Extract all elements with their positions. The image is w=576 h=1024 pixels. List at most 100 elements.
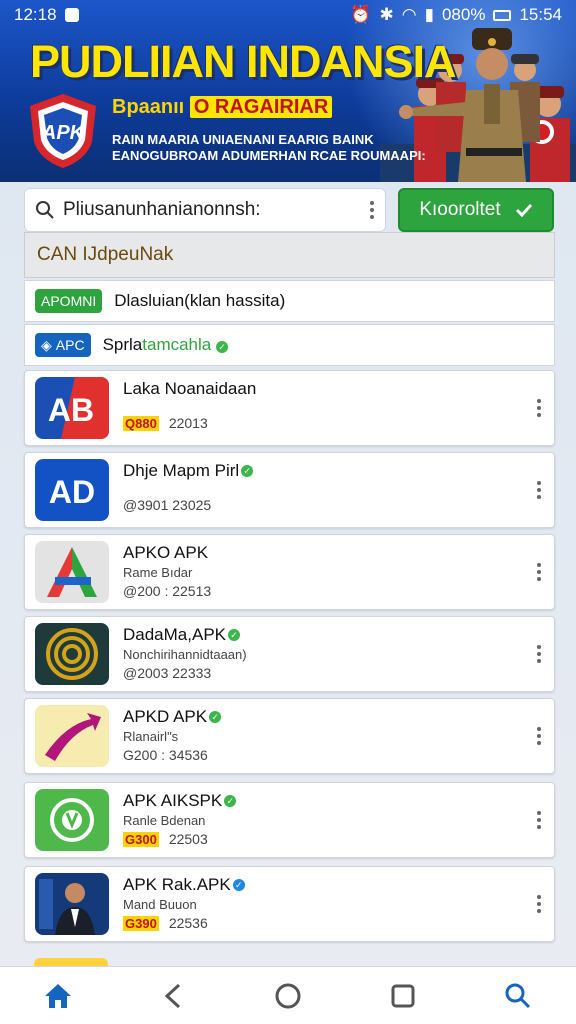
filter-row[interactable]: ◈ APC Sprlаtamcahla ✓ bbox=[24, 324, 555, 366]
filter-text: Dlasluian(klan hassita) bbox=[114, 291, 286, 310]
app-title-text: APKD APK bbox=[123, 707, 208, 726]
verified-icon: ✓ bbox=[232, 879, 245, 891]
app-meta-text: 22013 bbox=[168, 415, 208, 431]
spiral-gold-icon bbox=[35, 623, 109, 685]
app-info: Dhje Mapm Pirl ✓ @3901 23025 bbox=[123, 459, 554, 521]
banner-subtitle-text: Bpaanıı bbox=[112, 96, 185, 118]
app-title: APKO APK bbox=[123, 543, 209, 562]
banner-subtitle: Bpaanıı O RAGAIRIAR bbox=[112, 96, 333, 119]
app-list-item[interactable]: DadaMa,APK ✓ Nonchirihannidtaaan) @2003 2… bbox=[24, 616, 555, 692]
svg-text:APK: APK bbox=[41, 122, 86, 144]
status-time: 12:18 bbox=[14, 5, 57, 24]
nav-recents-button[interactable] bbox=[373, 971, 433, 1021]
app-badge: G300 bbox=[123, 831, 159, 847]
diamond-icon: ◈ bbox=[41, 336, 52, 353]
app-list-item[interactable]: APK AIKSPK ✓ Ranle Bdenan G300 22503 bbox=[24, 782, 555, 858]
nav-circle-home-button[interactable] bbox=[258, 971, 318, 1021]
search-input-value: Pliusanunhanianonnsh: bbox=[63, 199, 261, 220]
nav-back-button[interactable] bbox=[143, 971, 203, 1021]
app-meta: G200 : 34536 bbox=[123, 747, 208, 763]
app-subtitle: Rlanairl"s bbox=[123, 729, 179, 744]
app-info: Laka Noanaidaan Q880 22013 bbox=[123, 377, 554, 439]
nav-search-button[interactable] bbox=[488, 971, 548, 1021]
battery-icon bbox=[493, 9, 512, 21]
svg-text:AB: AB bbox=[48, 392, 94, 428]
more-options-icon[interactable] bbox=[536, 563, 542, 581]
triangle-a-icon bbox=[35, 541, 109, 603]
app-meta: Q880 22013 bbox=[123, 415, 208, 431]
app-meta-text: 22503 bbox=[168, 831, 208, 847]
app-info: APKO APK Rame Bıdar @200 : 22513 bbox=[123, 541, 554, 603]
notification-icon bbox=[64, 8, 79, 22]
app-meta: G390 22536 bbox=[123, 915, 208, 931]
app-title: APK AIKSPK ✓ bbox=[123, 791, 237, 811]
app-meta: @200 : 22513 bbox=[123, 583, 211, 599]
filter-chip[interactable]: APOMNI bbox=[35, 289, 103, 313]
section-header-label: CAN IJdpeuNak bbox=[37, 244, 174, 265]
app-badge: Q880 bbox=[123, 415, 159, 431]
more-options-icon[interactable] bbox=[536, 811, 542, 829]
app-meta-text: @200 : 22513 bbox=[123, 583, 212, 599]
banner-line-2: EANOGUBROAM ADUMERHAN RCAE ROUMAAPI: bbox=[112, 148, 426, 163]
back-icon bbox=[164, 983, 180, 1008]
check-icon bbox=[515, 203, 532, 217]
app-meta-text: 22536 bbox=[168, 915, 208, 931]
verified-icon: ✓ bbox=[215, 341, 228, 353]
banner-title: PUDLIIAN INDANSIA bbox=[30, 36, 457, 87]
battery-percent: 080% bbox=[441, 5, 486, 24]
more-options-icon[interactable] bbox=[536, 481, 542, 499]
signal-icon: ▮ bbox=[424, 5, 434, 24]
filter-text-green: tamcahla bbox=[142, 335, 212, 354]
banner-subtitle-highlight: O RAGAIRIAR bbox=[189, 96, 333, 118]
app-list-item[interactable]: AD Dhje Mapm Pirl ✓ @3901 23025 bbox=[24, 452, 555, 528]
app-list-item[interactable]: APKO APK Rame Bıdar @200 : 22513 bbox=[24, 534, 555, 610]
alarm-icon: ⏰ bbox=[350, 5, 372, 24]
app-subtitle: Nonchirihannidtaaan) bbox=[123, 647, 247, 662]
verified-icon: ✓ bbox=[224, 795, 237, 807]
app-list-item[interactable]: AB Laka Noanaidaan Q880 22013 bbox=[24, 370, 555, 446]
app-list-item[interactable]: APKD APK ✓ Rlanairl"s G200 : 34536 bbox=[24, 698, 555, 774]
app-info: APK AIKSPK ✓ Ranle Bdenan G300 22503 bbox=[123, 789, 554, 851]
bottom-navigation bbox=[0, 966, 576, 1024]
app-title: APK Rak.APK ✓ bbox=[123, 875, 245, 895]
search-submit-label: Kıooroltet bbox=[419, 199, 501, 220]
app-list-item[interactable]: APK Rak.APK ✓ Mand Buuon G390 22536 bbox=[24, 866, 555, 942]
purple-arrow-icon bbox=[35, 705, 109, 767]
app-meta: @3901 23025 bbox=[123, 497, 211, 513]
bluetooth-icon: ✱ bbox=[379, 5, 394, 24]
search-more-icon[interactable] bbox=[369, 201, 375, 219]
person-portrait-icon bbox=[35, 873, 109, 935]
app-subtitle: Mand Buuon bbox=[123, 897, 197, 912]
filter-text: Sprlаtamcahla ✓ bbox=[103, 335, 228, 355]
app-info: DadaMa,APK ✓ Nonchirihannidtaaan) @2003 2… bbox=[123, 623, 554, 685]
app-title: Laka Noanaidaan bbox=[123, 379, 257, 398]
more-options-icon[interactable] bbox=[536, 399, 542, 417]
circle-home-icon bbox=[275, 983, 301, 1008]
home-icon bbox=[44, 983, 71, 1008]
apk-blue-red-icon: AB bbox=[35, 377, 109, 439]
nav-home-button[interactable] bbox=[28, 971, 88, 1021]
verified-icon: ✓ bbox=[209, 711, 222, 723]
wifi-icon: ◠ bbox=[401, 5, 417, 24]
more-options-icon[interactable] bbox=[536, 727, 542, 745]
shield-logo-icon: APK bbox=[30, 94, 96, 168]
filter-chip[interactable]: ◈ APC bbox=[35, 333, 91, 357]
search-input[interactable]: Pliusanunhanianonnsh: bbox=[24, 188, 386, 232]
verified-icon: ✓ bbox=[228, 629, 240, 641]
banner-line-1: RAIN MAARIA UNIAENANI EAARIG BAINK bbox=[112, 132, 374, 147]
app-info: APKD APK ✓ Rlanairl"s G200 : 34536 bbox=[123, 705, 554, 767]
search-icon bbox=[36, 201, 54, 219]
app-meta: G300 22503 bbox=[123, 831, 208, 847]
status-clock-right: 15:54 bbox=[519, 5, 562, 24]
app-title-text: APK Rak.APK bbox=[123, 875, 231, 894]
app-title-text: DadaMa,APK bbox=[123, 625, 226, 644]
app-title-text: Dhje Mapm Pirl bbox=[123, 461, 240, 480]
app-title-text: APK AIKSPK bbox=[123, 791, 223, 810]
search-icon bbox=[505, 983, 531, 1008]
more-options-icon[interactable] bbox=[536, 895, 542, 913]
app-subtitle: Ranle Bdenan bbox=[123, 813, 206, 828]
square-recents-icon bbox=[391, 984, 415, 1007]
filter-row[interactable]: APOMNI Dlasluian(klan hassita) bbox=[24, 280, 555, 322]
search-submit-button[interactable]: Kıooroltet bbox=[398, 188, 554, 232]
more-options-icon[interactable] bbox=[536, 645, 542, 663]
